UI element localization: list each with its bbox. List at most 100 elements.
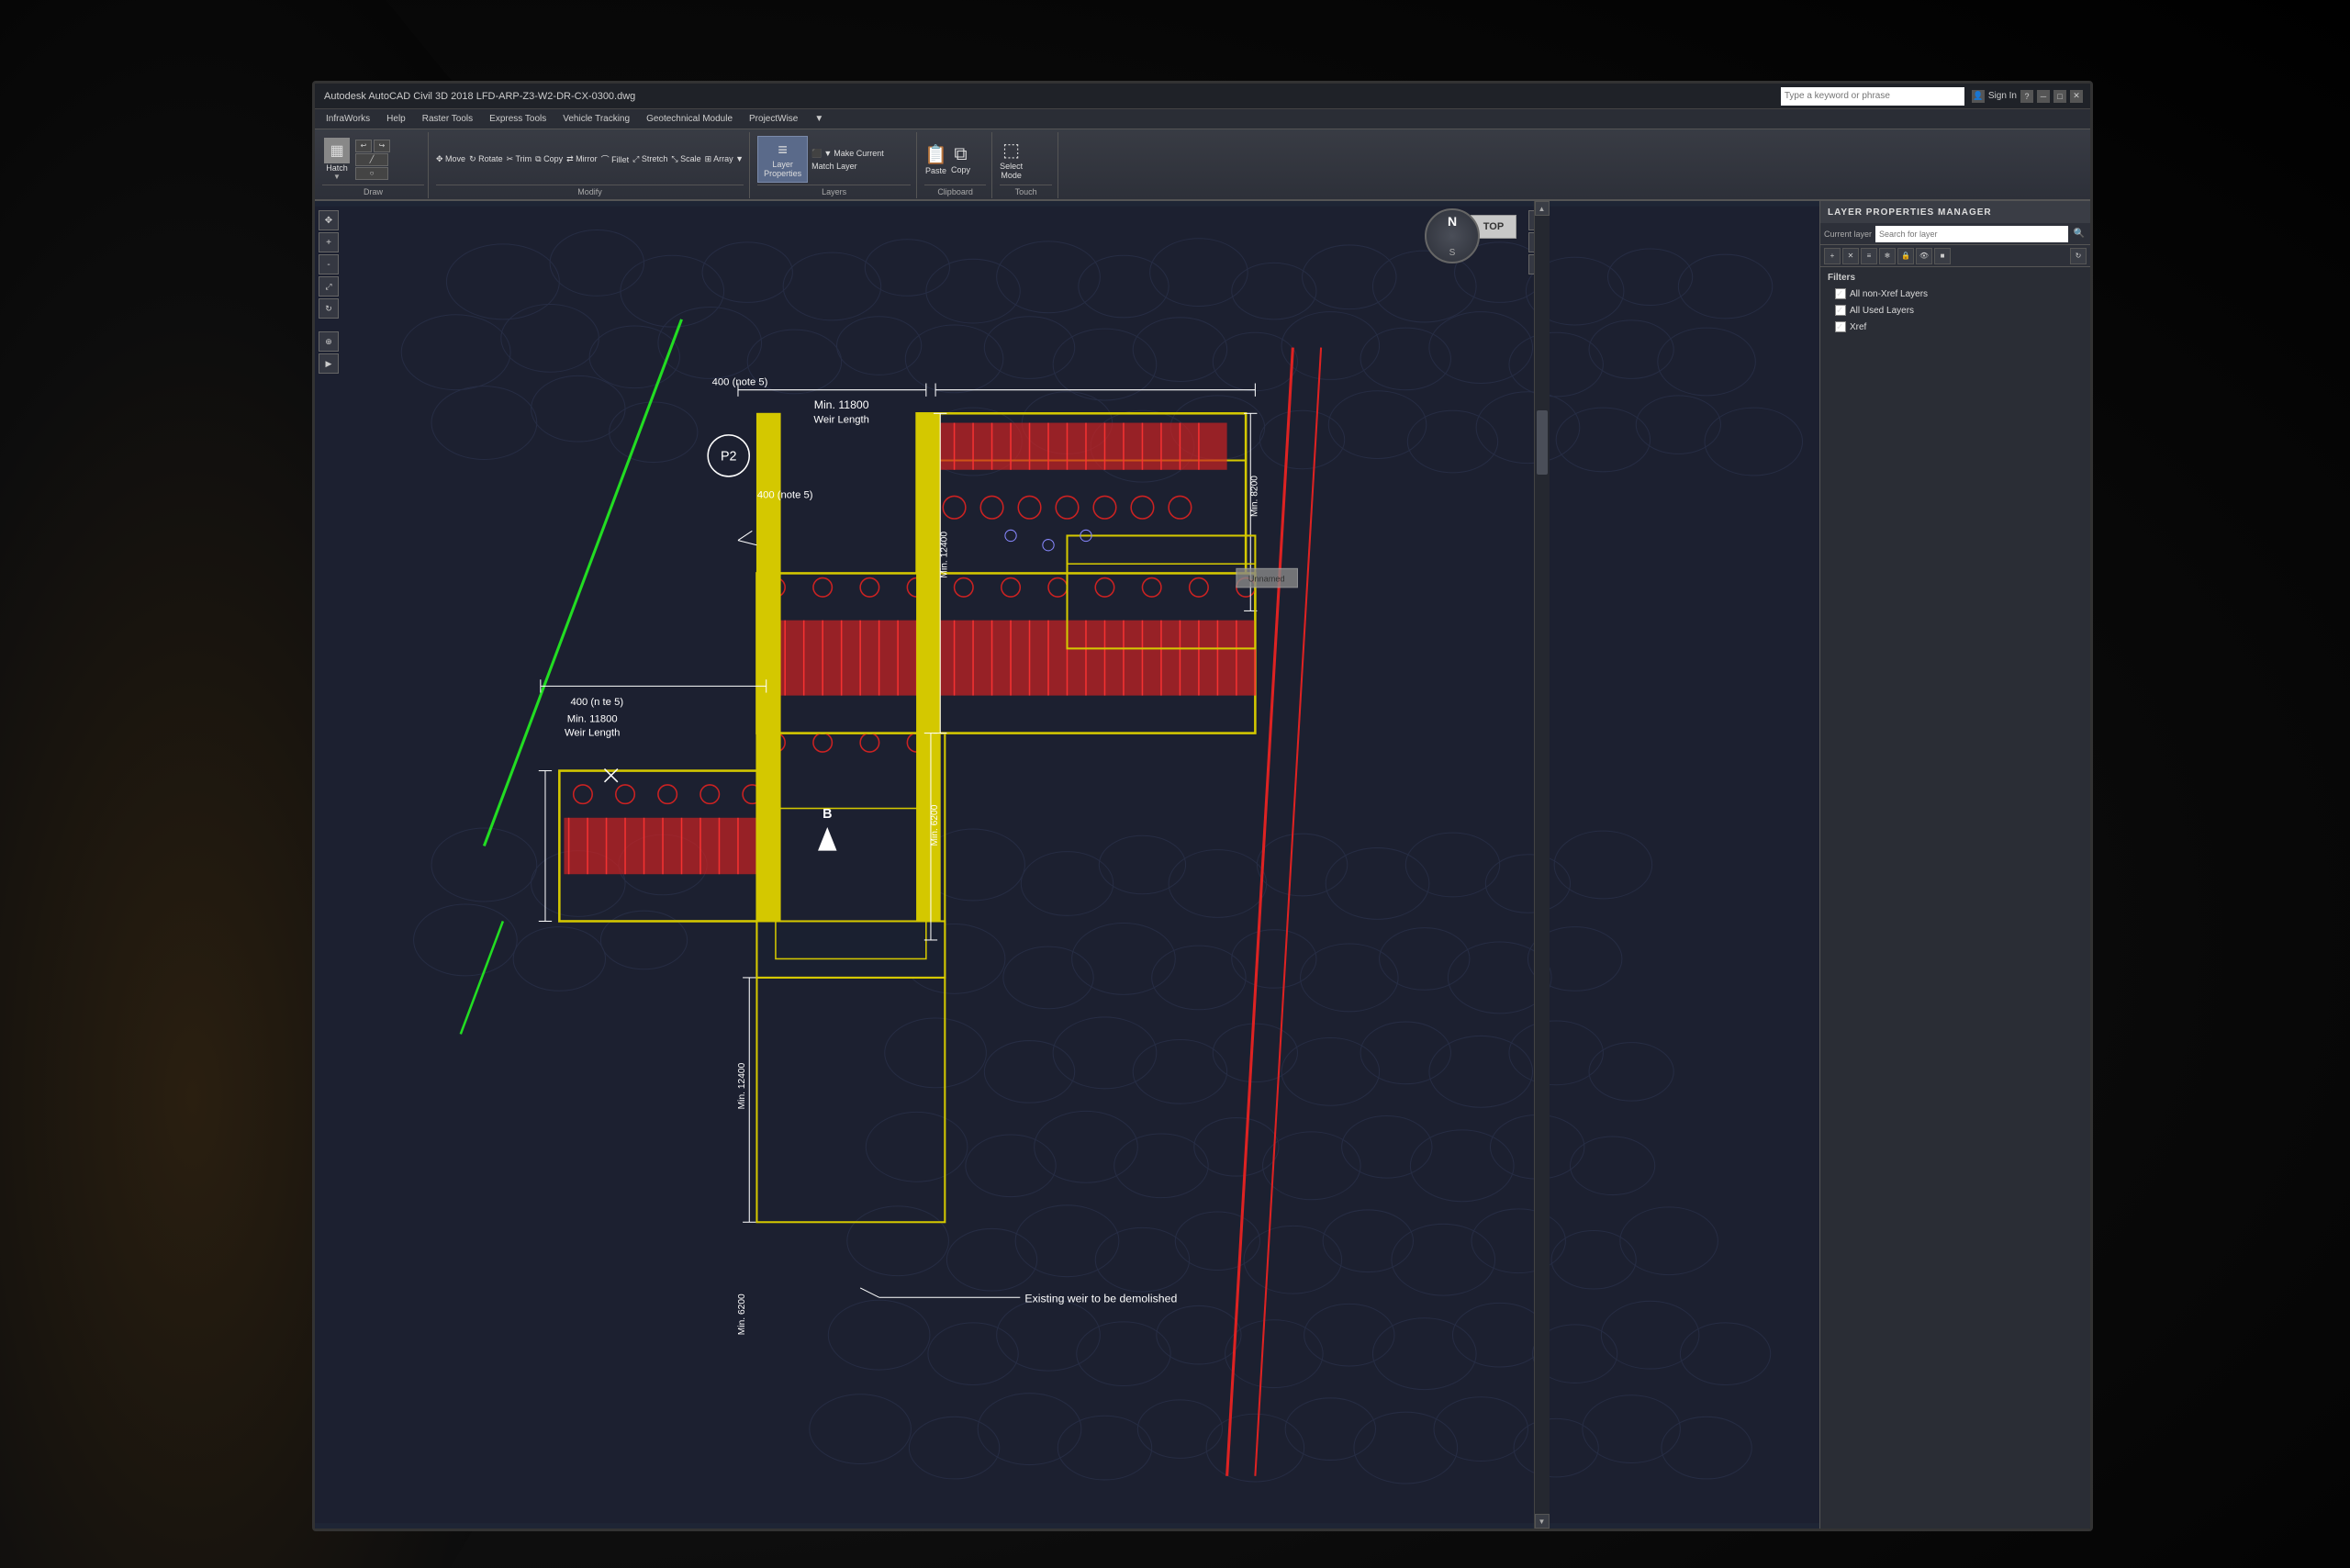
layer-search-button[interactable]: 🔍 (2072, 227, 2087, 241)
filter-checkbox-xref: ✓ (1835, 321, 1846, 332)
scroll-up-button[interactable]: ▲ (1535, 201, 1550, 216)
filter-xref[interactable]: ✓ Xref (1820, 319, 2090, 335)
filter-all-used[interactable]: ✓ All Used Layers (1820, 302, 2090, 319)
undo-button[interactable]: ↩ (355, 140, 372, 152)
array-button[interactable]: ⊞ Array ▼ (705, 154, 744, 164)
ribbon-group-clipboard: 📋 Paste ⧉ Copy Clipboard (919, 132, 992, 198)
ribbon-content: ▦ Hatch ▼ ↩ ↪ ╱ ○ (315, 129, 2090, 201)
zoom-extents-button[interactable]: ⤢ (319, 276, 339, 297)
make-current-button[interactable]: Make Current (834, 149, 884, 158)
layer-panel-search-bar: Current layer 🔍 (1820, 223, 2090, 245)
svg-text:Unnamed: Unnamed (1248, 575, 1285, 584)
paste-icon: 📋 (924, 143, 947, 166)
layer-color-button[interactable]: ■ (1934, 248, 1951, 264)
delete-layer-button[interactable]: ✕ (1842, 248, 1859, 264)
svg-text:400 (note 5): 400 (note 5) (757, 489, 813, 500)
svg-text:P2: P2 (721, 450, 737, 465)
compass: N S (1425, 208, 1480, 263)
svg-text:400 (note 5): 400 (note 5) (712, 377, 768, 388)
vertical-scrollbar[interactable]: ▲ ▼ (1534, 201, 1549, 1529)
keyword-search-input[interactable] (1781, 87, 1964, 106)
tab-help[interactable]: Help (379, 110, 413, 129)
scroll-down-button[interactable]: ▼ (1535, 1514, 1550, 1529)
zoom-in-button[interactable]: + (319, 232, 339, 252)
match-layer-button[interactable]: Match Layer (811, 162, 857, 171)
filter-checkbox-all-non-xref: ✓ (1835, 288, 1846, 299)
current-layer-label: Current layer (1824, 230, 1872, 239)
pan-button[interactable]: ✥ (319, 210, 339, 230)
drawing-area[interactable]: P2 400 (note 5) 400 (note 5) Min. 11800 … (315, 201, 1819, 1529)
zoom-out-button[interactable]: - (319, 254, 339, 274)
maximize-button[interactable]: □ (2053, 90, 2066, 103)
freeze-layer-button[interactable]: ❄ (1879, 248, 1896, 264)
sign-in-button[interactable]: 👤 (1972, 90, 1985, 103)
tab-vehicle[interactable]: Vehicle Tracking (555, 110, 637, 129)
ribbon: InfraWorks Help Raster Tools Express Too… (315, 109, 2090, 201)
hatch-icon: ▦ (324, 138, 350, 163)
draw-small-buttons: ↩ ↪ ╱ ○ (355, 140, 390, 180)
fillet-button[interactable]: ⌒ Fillet (601, 153, 630, 165)
copy-button[interactable]: ⧉ Copy (535, 154, 563, 164)
layer-view-button[interactable]: 👁 (1916, 248, 1932, 264)
paste-button[interactable]: 📋 Paste (924, 143, 947, 175)
tab-geotechnical[interactable]: Geotechnical Module (639, 110, 740, 129)
svg-text:Weir Length: Weir Length (813, 415, 868, 426)
circle-button[interactable]: ○ (355, 167, 388, 180)
help-button[interactable]: ? (2020, 90, 2033, 103)
steering-wheel-button[interactable]: ⊕ (319, 331, 339, 352)
mirror-button[interactable]: ⇄ Mirror (566, 154, 598, 164)
layer-properties-button[interactable]: ≡ Layer Properties (757, 136, 808, 183)
minimize-button[interactable]: ─ (2037, 90, 2050, 103)
layer-refresh-button[interactable]: ↻ (2070, 248, 2087, 264)
touch-buttons: ⬚ Select Mode (1000, 134, 1023, 185)
touch-group-label: Touch (1000, 185, 1052, 196)
showmotion-button[interactable]: ▶ (319, 353, 339, 374)
trim-button[interactable]: ✂ Trim (507, 154, 532, 164)
lock-layer-button[interactable]: 🔒 (1897, 248, 1914, 264)
tab-express[interactable]: Express Tools (482, 110, 554, 129)
copy-icon: ⧉ (954, 144, 967, 165)
filter-all-non-xref[interactable]: ✓ All non-Xref Layers (1820, 286, 2090, 302)
filter-xref-label: Xref (1850, 322, 1866, 332)
svg-text:Min. 8200: Min. 8200 (1249, 476, 1259, 517)
layer-settings-button[interactable]: ≡ (1861, 248, 1877, 264)
modify-buttons: ✥ Move ↻ Rotate ✂ Trim ⧉ Copy ⇄ Mirror ⌒… (436, 134, 744, 185)
ribbon-group-layers: ≡ Layer Properties ⬛ ▼ Make Current Matc… (752, 132, 917, 198)
rotate-button[interactable]: ↻ Rotate (469, 154, 503, 164)
new-layer-button[interactable]: + (1824, 248, 1841, 264)
stretch-button[interactable]: ⤢ Stretch (632, 154, 667, 164)
svg-text:Weir Length: Weir Length (565, 728, 620, 739)
hatch-button[interactable]: ▦ Hatch ▼ (322, 136, 352, 183)
compass-circle: N S (1425, 208, 1480, 263)
svg-text:Min. 12400: Min. 12400 (737, 1062, 747, 1109)
compass-north: N (1448, 214, 1457, 229)
redo-button[interactable]: ↪ (374, 140, 390, 152)
orbit-button[interactable]: ↻ (319, 298, 339, 319)
title-bar: Autodesk AutoCAD Civil 3D 2018 LFD-ARP-Z… (315, 84, 2090, 109)
tab-projectwise[interactable]: ProjectWise (742, 110, 805, 129)
modify-group-label: Modify (436, 185, 744, 196)
window-title: Autodesk AutoCAD Civil 3D 2018 LFD-ARP-Z… (315, 91, 1781, 102)
move-button[interactable]: ✥ Move (436, 154, 465, 164)
tab-extra[interactable]: ▼ (807, 110, 831, 129)
tab-infraworks[interactable]: InfraWorks (319, 110, 377, 129)
copy-clipboard-button[interactable]: ⧉ Copy (951, 144, 970, 174)
compass-south: S (1449, 248, 1456, 258)
layers-group-label: Layers (757, 185, 911, 196)
ribbon-group-touch: ⬚ Select Mode Touch (994, 132, 1058, 198)
line-button[interactable]: ╱ (355, 153, 388, 166)
scroll-track (1535, 216, 1550, 1514)
layers-buttons: ≡ Layer Properties ⬛ ▼ Make Current Matc… (757, 134, 884, 185)
sign-in-label: Sign In (1988, 91, 2017, 101)
svg-text:Existing weir to be demolished: Existing weir to be demolished (1024, 1292, 1177, 1305)
select-mode-button[interactable]: ⬚ Select Mode (1000, 139, 1023, 180)
svg-text:Min. 6200: Min. 6200 (930, 804, 940, 846)
tab-raster[interactable]: Raster Tools (415, 110, 480, 129)
close-button[interactable]: ✕ (2070, 90, 2083, 103)
filter-all-non-xref-label: All non-Xref Layers (1850, 289, 1928, 299)
ribbon-group-modify: ✥ Move ↻ Rotate ✂ Trim ⧉ Copy ⇄ Mirror ⌒… (431, 132, 750, 198)
scale-button[interactable]: ⤡ Scale (671, 154, 700, 164)
scroll-thumb[interactable] (1537, 410, 1548, 475)
layer-search-input[interactable] (1875, 226, 2068, 242)
layer-toolbar: + ✕ ≡ ❄ 🔒 👁 ■ ↻ (1820, 245, 2090, 267)
